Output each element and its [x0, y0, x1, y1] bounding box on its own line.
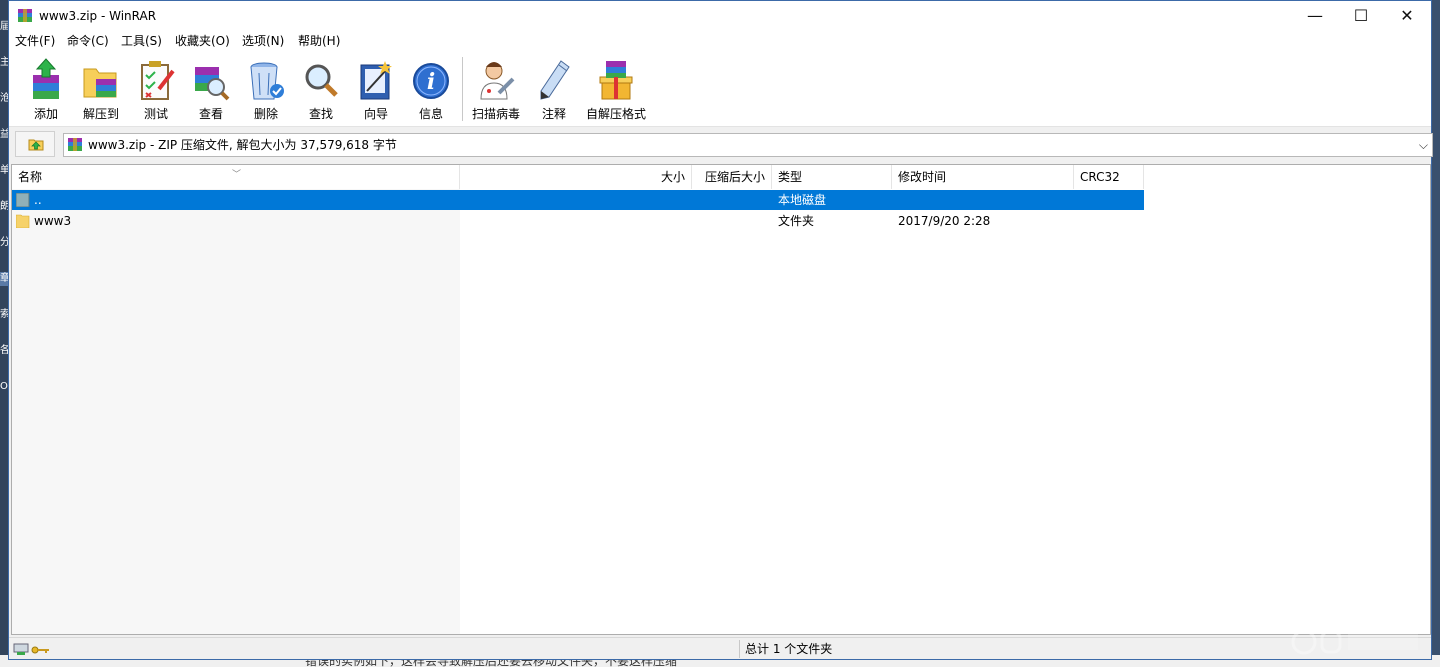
test-button[interactable]: 测试 [129, 55, 183, 123]
add-icon [33, 58, 59, 99]
status-text: 总计 1 个文件夹 [745, 642, 833, 656]
column-header-packed-size[interactable]: 压缩后大小 [692, 165, 772, 189]
wizard-icon [360, 61, 392, 100]
address-bar: www3.zip - ZIP 压缩文件, 解包大小为 37,579,618 字节… [9, 128, 1433, 162]
menu-favorites[interactable]: 收藏夹(O) [175, 33, 230, 49]
virus-scan-label: 扫描病毒 [471, 107, 520, 121]
svg-text:i: i [427, 69, 435, 95]
info-icon: i [413, 63, 449, 99]
maximize-button[interactable]: ☐ [1338, 1, 1384, 31]
menu-commands[interactable]: 命令(C) [67, 33, 109, 49]
comment-label: 注释 [541, 107, 566, 121]
menu-help[interactable]: 帮助(H) [298, 33, 340, 49]
menu-file[interactable]: 文件(F) [15, 33, 55, 49]
watermark-logo [1291, 629, 1418, 655]
comment-button[interactable]: 注释 [527, 55, 581, 123]
column-header-crc32[interactable]: CRC32 [1074, 165, 1144, 189]
column-header-size[interactable]: 大小 [460, 165, 692, 189]
virus-scan-button[interactable]: 扫描病毒 [461, 55, 531, 123]
info-button[interactable]: i 信息 [404, 55, 458, 123]
view-icon [195, 67, 230, 101]
archive-path-text: www3.zip - ZIP 压缩文件, 解包大小为 37,579,618 字节 [88, 138, 397, 152]
virus-scan-icon [480, 62, 515, 100]
table-row-parent-dir[interactable]: .. 本地磁盘 [12, 190, 1144, 210]
row-name: www3 [34, 214, 72, 228]
window-title: www3.zip - WinRAR [39, 9, 157, 23]
delete-label: 删除 [253, 107, 278, 121]
find-label: 查找 [308, 107, 333, 121]
add-label: 添加 [33, 107, 58, 121]
title-bar: www3.zip - WinRAR — ☐ ✕ [9, 1, 1431, 31]
row-type: 本地磁盘 [778, 193, 827, 207]
menu-options[interactable]: 选项(N) [242, 33, 284, 49]
extract-to-label: 解压到 [82, 107, 119, 121]
sfx-icon [599, 61, 633, 100]
toolbar: 添加 解压到 测试 查看 删除 查找 向导 i 信息 扫描病毒 注释 自解压格式 [9, 51, 1431, 127]
desktop-right-strip [1432, 0, 1440, 667]
test-icon [141, 61, 175, 100]
wizard-label: 向导 [363, 107, 388, 121]
wizard-button[interactable]: 向导 [349, 55, 403, 123]
sfx-label: 自解压格式 [585, 107, 646, 121]
minimize-button[interactable]: — [1292, 1, 1338, 31]
name-column-shading [12, 165, 460, 634]
add-button[interactable]: 添加 [19, 55, 73, 123]
info-label: 信息 [418, 107, 443, 121]
test-label: 测试 [143, 107, 168, 121]
folder-up-icon [28, 139, 44, 151]
sort-indicator-icon: ﹀ [232, 170, 242, 180]
find-icon [305, 64, 338, 97]
folder-icon [16, 214, 30, 228]
column-header-name-label: 名称 [18, 170, 43, 184]
column-header-type[interactable]: 类型 [772, 165, 892, 189]
row-modified: 2017/9/20 2:28 [898, 214, 991, 228]
up-one-level-button[interactable] [15, 131, 55, 157]
delete-icon [250, 62, 284, 100]
close-button[interactable]: ✕ [1384, 1, 1430, 31]
status-bar: 总计 1 个文件夹 [9, 637, 1431, 659]
row-type: 文件夹 [778, 214, 815, 228]
drive-key-icon [13, 643, 49, 655]
sfx-button[interactable]: 自解压格式 [581, 55, 651, 123]
row-name: .. [34, 193, 42, 207]
chevron-down-icon[interactable]: ⌵ [1419, 138, 1428, 152]
view-button[interactable]: 查看 [184, 55, 238, 123]
winrar-app-icon [18, 9, 32, 22]
column-header-modified[interactable]: 修改时间 [892, 165, 1074, 189]
extract-to-icon [83, 68, 117, 98]
menu-bar: 文件(F) 命令(C) 工具(S) 收藏夹(O) 选项(N) 帮助(H) [9, 31, 1431, 51]
comment-icon [540, 60, 570, 100]
status-divider [739, 640, 740, 658]
archive-icon [68, 138, 82, 151]
table-row-www3[interactable]: www3 文件夹 2017/9/20 2:28 [12, 211, 1144, 231]
column-header-name[interactable]: 名称 ﹀ [12, 165, 460, 189]
file-list: 名称 ﹀ 大小 压缩后大小 类型 修改时间 CRC32 .. 本地磁盘 www3… [11, 164, 1431, 635]
menu-tools[interactable]: 工具(S) [121, 33, 162, 49]
view-label: 查看 [198, 107, 223, 121]
delete-button[interactable]: 删除 [239, 55, 293, 123]
parent-dir-icon [16, 193, 30, 207]
find-button[interactable]: 查找 [294, 55, 348, 123]
archive-path-combobox[interactable]: www3.zip - ZIP 压缩文件, 解包大小为 37,579,618 字节… [63, 133, 1433, 157]
winrar-window: www3.zip - WinRAR — ☐ ✕ 文件(F) 命令(C) 工具(S… [8, 0, 1433, 660]
extract-to-button[interactable]: 解压到 [74, 55, 128, 123]
file-list-header: 名称 ﹀ 大小 压缩后大小 类型 修改时间 CRC32 [12, 165, 1430, 189]
